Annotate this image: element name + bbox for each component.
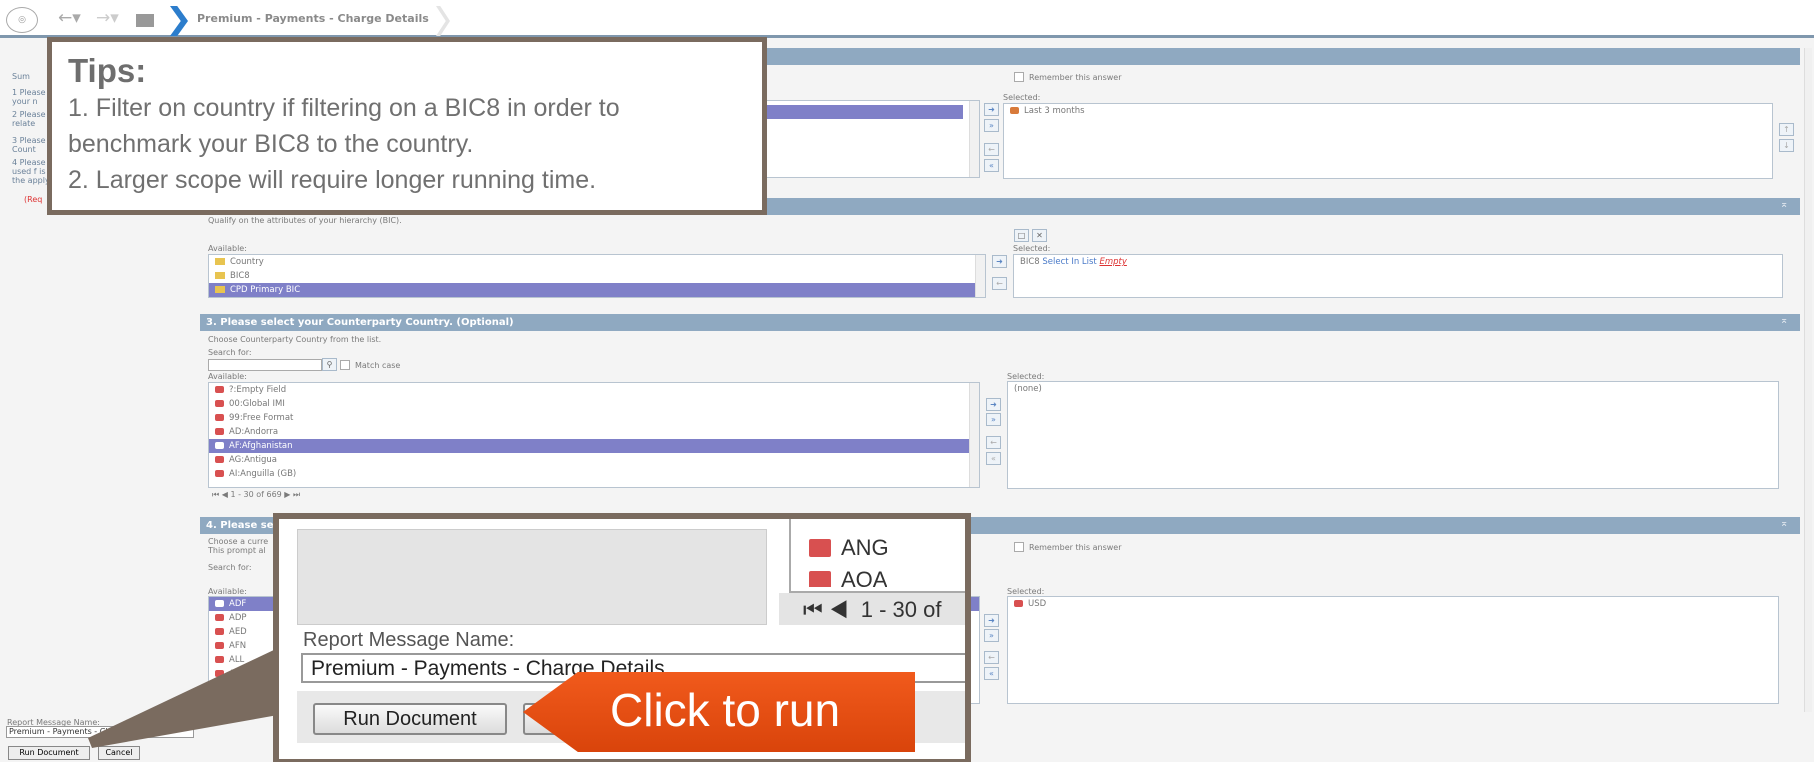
- zoom-list[interactable]: ANG AOA: [789, 519, 965, 593]
- zoom-list-item-cut-label: AOA: [841, 567, 888, 587]
- click-to-run-text: Click to run: [610, 684, 841, 736]
- zoom-report-label: Report Message Name:: [303, 629, 515, 651]
- zoom-pager[interactable]: ⏮ ◀ 1 - 30 of: [803, 597, 941, 623]
- zoom-run-document-button[interactable]: Run Document: [313, 703, 507, 735]
- tips-title: Tips:: [68, 52, 147, 89]
- zoom-list-item-label: ANG: [841, 535, 889, 560]
- tips-callout: Tips: 1. Filter on country if filtering …: [47, 37, 767, 215]
- cube-icon: [809, 571, 831, 587]
- tips-line-3: 2. Larger scope will require longer runn…: [68, 166, 597, 194]
- zoom-list-item[interactable]: ANG: [809, 535, 889, 561]
- tips-line-2: benchmark your BIC8 to the country.: [68, 130, 474, 158]
- tips-line-1: 1. Filter on country if filtering on a B…: [68, 94, 620, 122]
- zoom-grey-panel: [297, 529, 767, 625]
- zoom-list-item-cut[interactable]: AOA: [809, 567, 887, 587]
- cube-icon: [809, 539, 831, 557]
- zoom-pager-text: 1 - 30 of: [860, 597, 942, 622]
